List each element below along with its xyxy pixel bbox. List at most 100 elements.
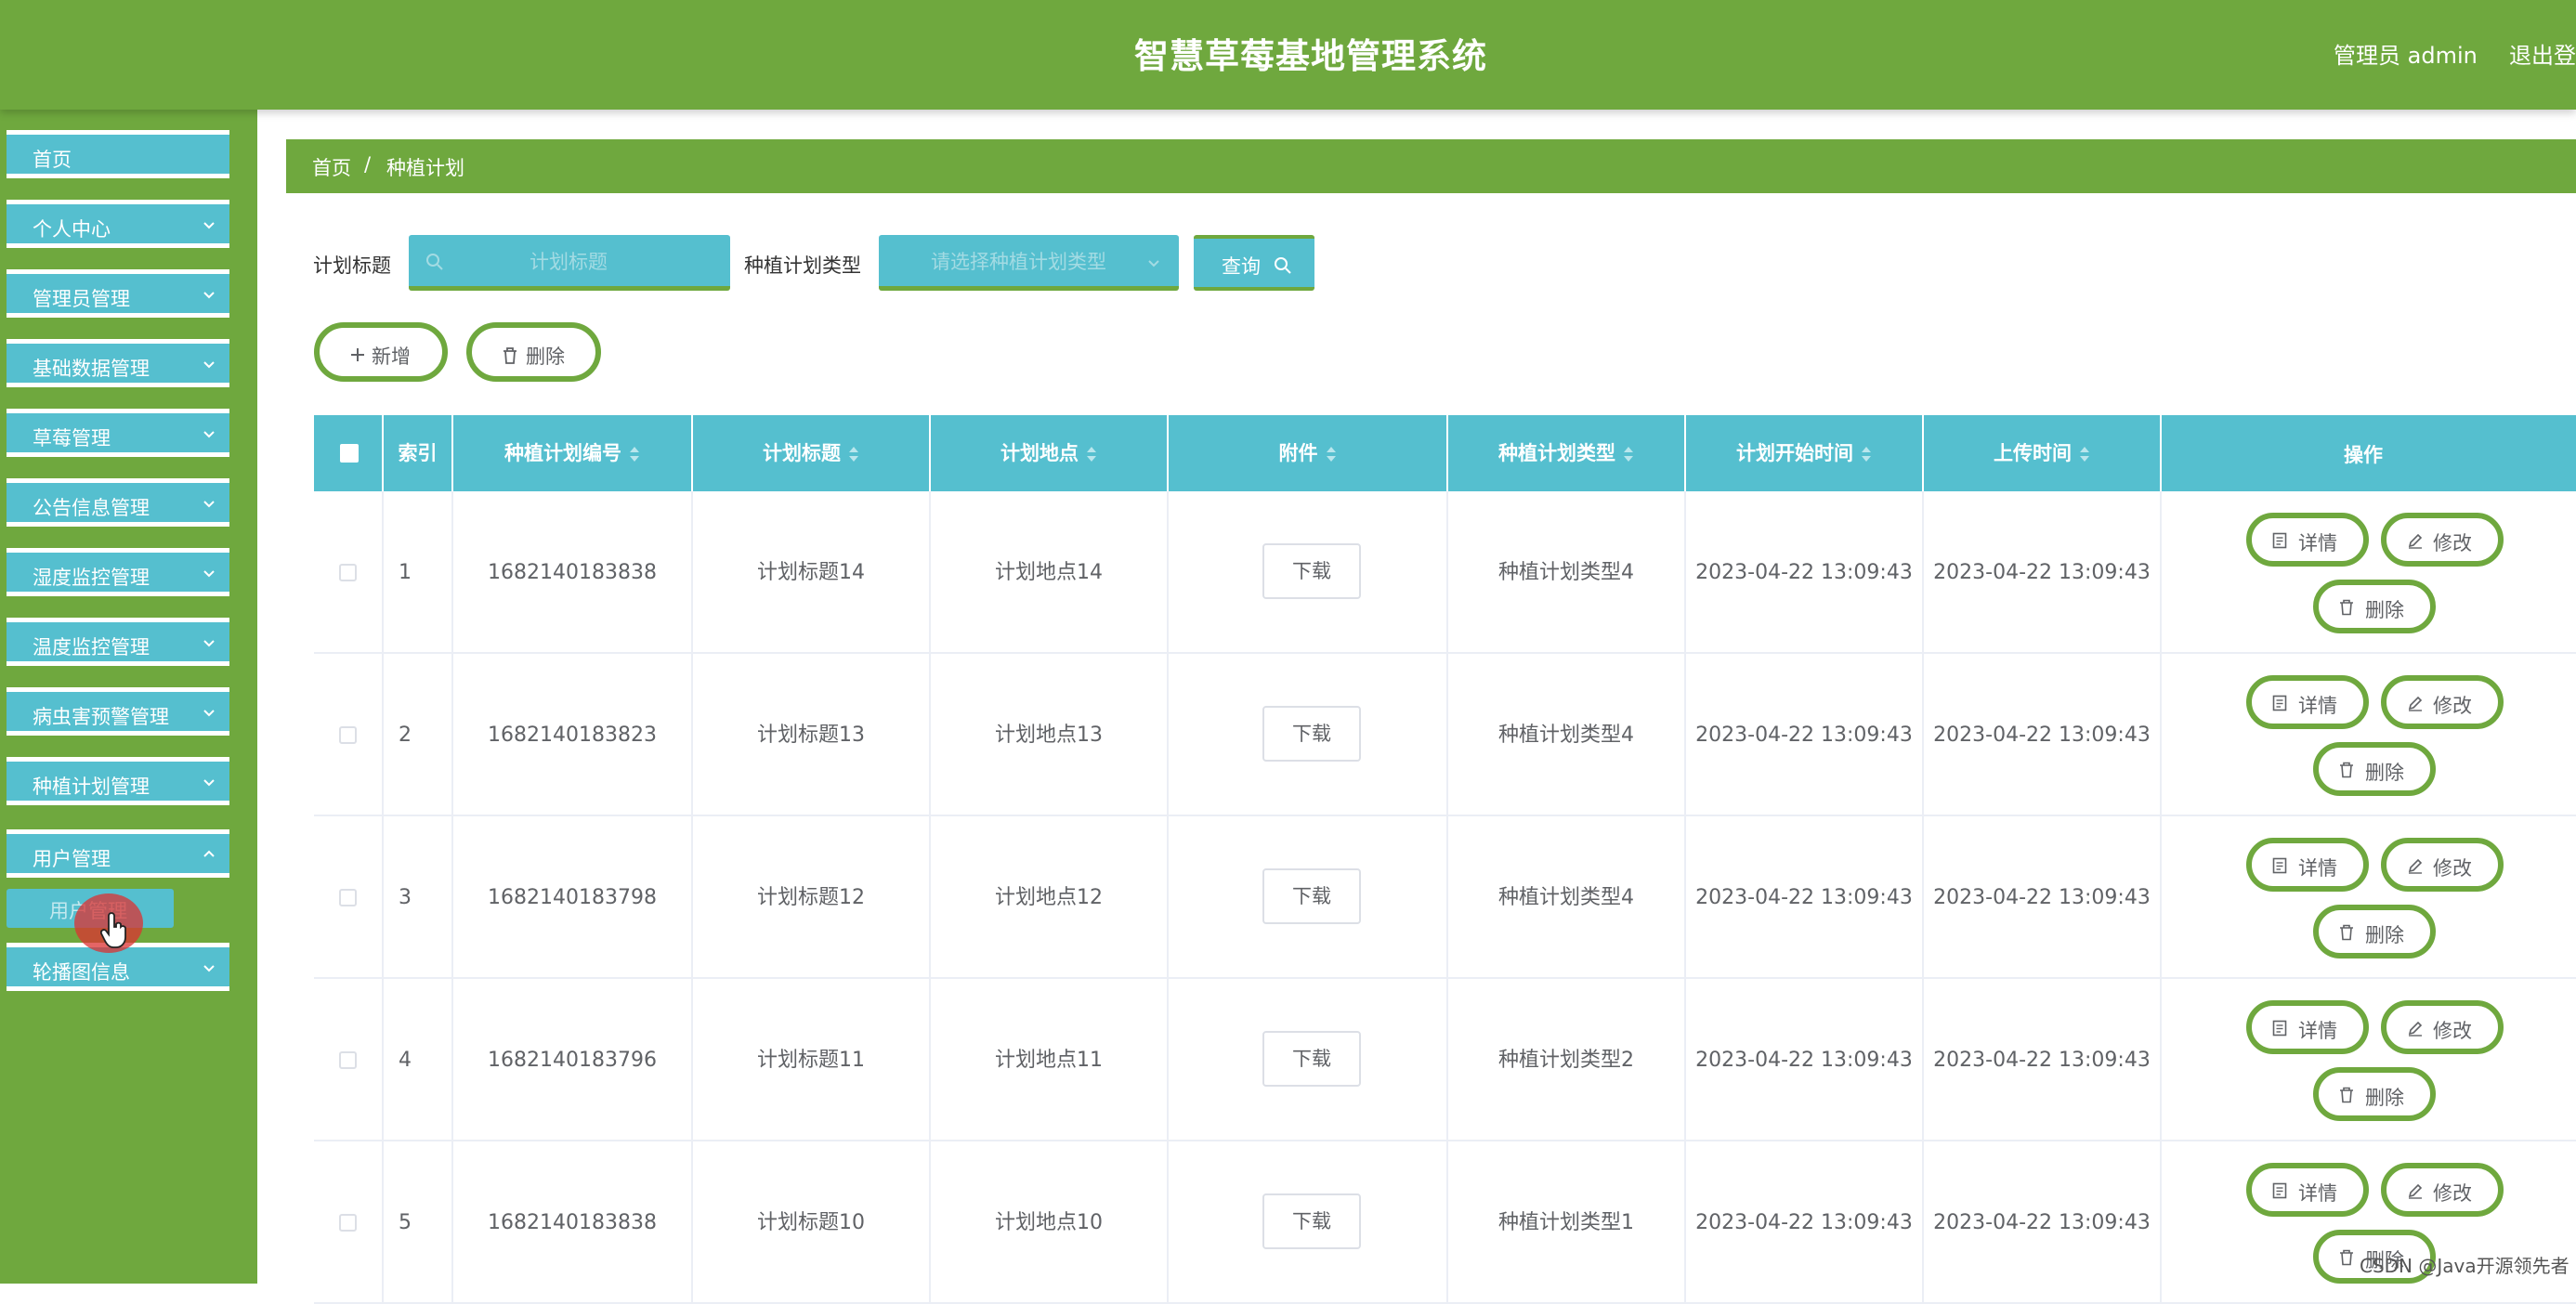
sidebar-item-planting-plan[interactable]: 种植计划管理 [7,757,229,805]
select-cell [314,979,384,1141]
download-button[interactable]: 下载 [1262,1193,1361,1249]
code-cell: 1682140183838 [453,491,693,654]
sidebar-item-personal-center[interactable]: 个人中心 [7,200,229,248]
download-button[interactable]: 下载 [1262,543,1361,599]
start-time-cell: 2023-04-22 13:09:43 [1686,979,1924,1141]
document-icon [2272,1182,2287,1199]
sidebar-item-humidity[interactable]: 湿度监控管理 [7,548,229,596]
download-button[interactable]: 下载 [1262,868,1361,924]
detail-button[interactable]: 详情 [2246,1163,2369,1217]
row-checkbox[interactable] [339,1214,357,1232]
row-delete-button[interactable]: 删除 [2313,580,2436,633]
table-row: 2 1682140183823 计划标题13 计划地点13 种植计划类型4 2023-04… [314,654,2576,816]
edit-button-label: 修改 [2433,532,2472,554]
title-search-input[interactable]: 计划标题 [409,235,730,291]
download-button[interactable]: 下载 [1262,1031,1361,1087]
header-code[interactable]: 种植计划编号 [453,415,693,491]
type-cell: 种植计划类型4 [1448,654,1686,816]
edit-button[interactable]: 修改 [2381,675,2504,729]
select-cell [314,1141,384,1304]
chevron-down-icon [203,710,215,717]
edit-button[interactable]: 修改 [2381,1163,2504,1217]
chevron-down-icon [1148,260,1159,267]
edit-button-label: 修改 [2433,695,2472,717]
sidebar-item-label: 公告信息管理 [33,497,150,519]
sidebar-item-users[interactable]: 用户管理 [7,829,229,878]
query-button[interactable]: 查询 [1194,235,1314,291]
detail-button[interactable]: 详情 [2246,1000,2369,1054]
sidebar-item-strawberry[interactable]: 草莓管理 [7,409,229,457]
sidebar-item-admin[interactable]: 管理员管理 [7,269,229,318]
select-all-checkbox[interactable] [340,444,359,463]
header-label: 计划标题 [763,442,841,464]
sidebar-item-label: 管理员管理 [33,288,130,310]
sort-icon [1862,447,1871,462]
edit-icon [2408,1183,2423,1199]
chevron-down-icon [203,640,215,647]
watermark: CSDN @Java开源领先者 [2360,1255,2569,1277]
header-start-time[interactable]: 计划开始时间 [1686,415,1924,491]
edit-button[interactable]: 修改 [2381,838,2504,892]
search-icon [1275,257,1291,274]
detail-button[interactable]: 详情 [2246,838,2369,892]
index-cell: 2 [384,654,453,816]
chevron-down-icon [203,361,215,369]
detail-button[interactable]: 详情 [2246,675,2369,729]
sidebar-item-basic-data[interactable]: 基础数据管理 [7,339,229,387]
sidebar-item-notice[interactable]: 公告信息管理 [7,478,229,527]
title-cell: 计划标题10 [693,1141,931,1304]
breadcrumb-home[interactable]: 首页 [312,153,351,181]
header-index: 索引 [384,415,453,491]
sidebar-item-label: 用户管理 [33,848,111,870]
download-button[interactable]: 下载 [1262,706,1361,762]
row-checkbox[interactable] [339,1051,357,1069]
row-checkbox[interactable] [339,889,357,906]
chevron-down-icon [203,222,215,229]
delete-button[interactable]: 删除 [466,322,601,382]
row-delete-button-label: 删除 [2365,762,2404,784]
sidebar-item-temperature[interactable]: 温度监控管理 [7,618,229,666]
trash-icon [2340,1249,2353,1266]
add-button[interactable]: 新增 [314,322,448,382]
sidebar-item-pest-warning[interactable]: 病虫害预警管理 [7,687,229,736]
app-title: 智慧草莓基地管理系统 [1134,36,1487,76]
upload-time-cell: 2023-04-22 13:09:43 [1924,979,2162,1141]
sidebar-item-label: 湿度监控管理 [33,567,150,589]
header-label: 计划开始时间 [1736,442,1853,464]
edit-button[interactable]: 修改 [2381,1000,2504,1054]
header-attachment[interactable]: 附件 [1169,415,1448,491]
edit-button[interactable]: 修改 [2381,513,2504,567]
detail-button-label: 详情 [2298,532,2337,554]
header-actions: 操作 [2162,415,2576,491]
row-delete-button[interactable]: 删除 [2313,742,2436,796]
breadcrumb-current: 种植计划 [386,157,464,179]
sidebar-item-label: 病虫害预警管理 [33,706,169,728]
logout-link[interactable]: 退出登 [2509,37,2576,70]
plus-icon [351,348,364,361]
row-checkbox[interactable] [339,564,357,581]
type-select[interactable]: 请选择种植计划类型 [879,235,1179,291]
row-delete-button[interactable]: 删除 [2313,1067,2436,1121]
code-cell: 1682140183838 [453,1141,693,1304]
table-row: 5 1682140183838 计划标题10 计划地点10 种植计划类型1 2023-04… [314,1141,2576,1304]
header-place[interactable]: 计划地点 [931,415,1169,491]
edit-button-label: 修改 [2433,1182,2472,1205]
header-title[interactable]: 计划标题 [693,415,931,491]
index-cell: 3 [384,816,453,979]
row-delete-button-label: 删除 [2365,1087,2404,1109]
upload-time-cell: 2023-04-22 13:09:43 [1924,1141,2162,1304]
header-upload-time[interactable]: 上传时间 [1924,415,2162,491]
breadcrumb: 首页 / 种植计划 [286,139,2576,193]
edit-icon [2408,533,2423,549]
row-delete-button[interactable]: 删除 [2313,905,2436,958]
type-cell: 种植计划类型4 [1448,816,1686,979]
add-button-label: 新增 [372,346,411,368]
detail-button[interactable]: 详情 [2246,513,2369,567]
sidebar-item-home[interactable]: 首页 [7,130,229,178]
detail-button-label: 详情 [2298,1020,2337,1042]
upload-time-cell: 2023-04-22 13:09:43 [1924,654,2162,816]
code-cell: 1682140183796 [453,979,693,1141]
row-checkbox[interactable] [339,726,357,744]
title-cell: 计划标题13 [693,654,931,816]
header-type[interactable]: 种植计划类型 [1448,415,1686,491]
